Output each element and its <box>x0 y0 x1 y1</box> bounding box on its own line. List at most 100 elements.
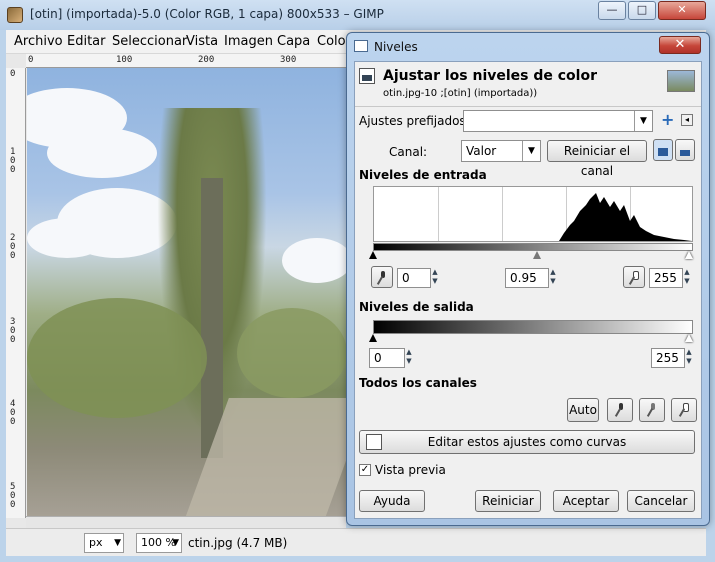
edit-as-curves-button[interactable]: Editar estos ajustes como curvas <box>359 430 695 454</box>
input-high-value: 255 <box>654 271 677 285</box>
menu-capa[interactable]: Capa <box>277 34 310 49</box>
window-titlebar: [otin] (importada)-5.0 (Color RGB, 1 cap… <box>0 0 715 30</box>
levels-header-icon <box>359 68 375 84</box>
reset-button[interactable]: Reiniciar <box>475 490 541 512</box>
menu-imagen[interactable]: Imagen <box>224 34 273 49</box>
preview-label: Vista previa <box>375 463 446 477</box>
chevron-down-icon: ▼ <box>522 141 540 161</box>
dialog-body: Ajustar los niveles de color otin.jpg-10… <box>354 61 702 519</box>
all-black-point-button[interactable] <box>607 398 633 422</box>
preview-checkbox[interactable]: ✓ <box>359 464 371 476</box>
ruler-left-label: 400 <box>10 399 16 427</box>
histogram <box>373 186 693 242</box>
all-gray-point-button[interactable] <box>639 398 665 422</box>
all-channels-label: Todos los canales <box>359 376 477 390</box>
channel-combo[interactable]: Valor ▼ <box>461 140 541 162</box>
input-gamma-spinner[interactable]: ▲ ▼ <box>549 268 557 286</box>
unit-value: px <box>89 536 103 549</box>
input-low-value: 0 <box>402 271 410 285</box>
output-levels-label: Niveles de salida <box>359 300 474 314</box>
output-black-slider[interactable] <box>369 334 377 342</box>
input-high-field[interactable]: 255 <box>649 268 683 288</box>
horizontal-ruler[interactable]: 0 100 200 300 <box>26 54 346 68</box>
image-canvas[interactable] <box>27 68 346 516</box>
minimize-button[interactable]: — <box>598 1 626 20</box>
edit-as-curves-label: Editar estos ajustes como curvas <box>427 435 627 449</box>
levels-dialog: Niveles ✕ Ajustar los niveles de color o… <box>346 32 710 526</box>
log-histogram-icon[interactable] <box>675 139 695 161</box>
levels-window-icon <box>354 40 368 52</box>
eyedropper-black-icon <box>615 403 625 417</box>
input-low-spinner[interactable]: ▲ ▼ <box>431 268 439 286</box>
auto-button[interactable]: Auto <box>567 398 599 422</box>
input-levels-label: Niveles de entrada <box>359 168 487 182</box>
zoom-select[interactable]: 100 % ▼ <box>136 533 182 553</box>
input-low-field[interactable]: 0 <box>397 268 431 288</box>
linear-histogram-icon[interactable] <box>653 139 673 161</box>
gimp-app-icon <box>7 7 23 23</box>
add-preset-icon[interactable]: + <box>661 112 674 128</box>
dialog-header-subtitle: otin.jpg-10 ;[otin] (importada)) <box>383 88 538 99</box>
window-close-button[interactable]: ✕ <box>658 1 706 20</box>
eyedropper-white-icon <box>679 403 689 417</box>
presets-combo[interactable]: ▼ <box>463 110 653 132</box>
menu-editar[interactable]: Editar <box>67 34 106 49</box>
output-high-field[interactable]: 255 <box>651 348 685 368</box>
histogram-graph <box>559 193 692 241</box>
chevron-down-icon: ▼ <box>114 538 121 548</box>
ruler-top-label: 200 <box>198 55 215 65</box>
output-white-slider[interactable] <box>685 334 693 342</box>
menu-vista[interactable]: Vista <box>186 34 218 49</box>
maximize-button[interactable]: □ <box>628 1 656 20</box>
output-low-spinner[interactable]: ▲ ▼ <box>405 348 413 366</box>
preset-menu-icon[interactable]: ◂ <box>681 114 693 126</box>
menu-archivo[interactable]: Archivo <box>14 34 63 49</box>
ruler-top-label: 100 <box>116 55 133 65</box>
input-white-slider[interactable] <box>685 251 693 259</box>
channel-label: Canal: <box>389 145 428 159</box>
statusbar: px ▼ 100 % ▼ ctin.jpg (4.7 MB) <box>6 528 706 556</box>
input-gamma-field[interactable]: 0.95 <box>505 268 549 288</box>
presets-label: Ajustes prefijados: <box>359 114 470 128</box>
input-high-spinner[interactable]: ▲ ▼ <box>683 268 691 286</box>
ruler-left-label: 0 <box>10 69 16 79</box>
dialog-titlebar: Niveles ✕ <box>347 33 709 61</box>
reset-channel-button[interactable]: Reiniciar el canal <box>547 140 647 178</box>
cancel-button[interactable]: Cancelar <box>627 490 695 512</box>
ruler-top-label: 0 <box>28 55 34 65</box>
divider <box>355 106 701 107</box>
horizontal-scrollbar[interactable] <box>26 516 346 528</box>
dialog-title: Niveles <box>374 40 418 54</box>
curves-icon <box>366 434 382 450</box>
zoom-value: 100 % <box>141 536 176 549</box>
dialog-header-title: Ajustar los niveles de color <box>383 68 597 84</box>
output-high-value: 255 <box>656 351 679 365</box>
output-low-value: 0 <box>374 351 382 365</box>
file-info: ctin.jpg (4.7 MB) <box>188 536 288 550</box>
ruler-top-label: 300 <box>280 55 297 65</box>
pick-black-point-button[interactable] <box>371 266 393 288</box>
accept-button[interactable]: Aceptar <box>553 490 619 512</box>
unit-select[interactable]: px ▼ <box>84 533 124 553</box>
eyedropper-white-icon <box>629 271 639 285</box>
output-low-field[interactable]: 0 <box>369 348 405 368</box>
input-gamma-slider[interactable] <box>533 251 541 259</box>
image-canvas-area: 0 100 200 300 0 100 200 300 400 500 <box>6 54 346 528</box>
input-gamma-value: 0.95 <box>510 271 537 285</box>
vertical-ruler[interactable]: 0 100 200 300 400 500 <box>6 68 26 518</box>
ruler-left-label: 100 <box>10 147 16 175</box>
output-gradient-bar <box>373 320 693 334</box>
ruler-left-label: 200 <box>10 233 16 261</box>
all-white-point-button[interactable] <box>671 398 697 422</box>
menu-seleccionar[interactable]: Seleccionar <box>112 34 187 49</box>
output-high-spinner[interactable]: ▲ ▼ <box>685 348 693 366</box>
input-gradient-bar <box>373 243 693 251</box>
channel-value: Valor <box>466 144 497 158</box>
help-button[interactable]: Ayuda <box>359 490 425 512</box>
dialog-close-button[interactable]: ✕ <box>659 36 701 54</box>
pick-white-point-button[interactable] <box>623 266 645 288</box>
ruler-left-label: 500 <box>10 482 16 510</box>
chevron-down-icon: ▼ <box>172 538 179 548</box>
input-black-slider[interactable] <box>369 251 377 259</box>
ruler-left-label: 300 <box>10 317 16 345</box>
